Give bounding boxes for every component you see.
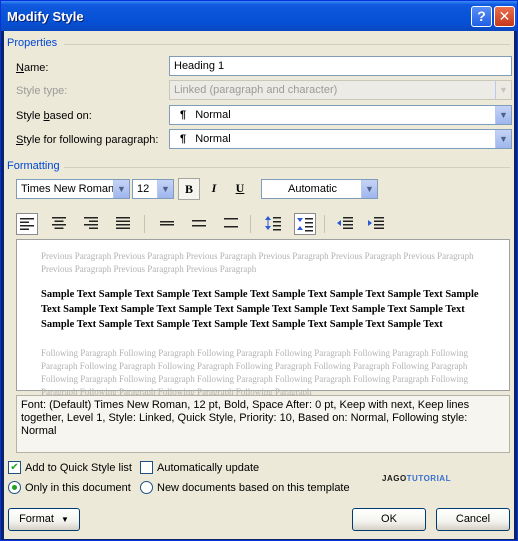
- justify-icon: [116, 217, 130, 229]
- align-right-button[interactable]: [80, 213, 102, 235]
- toolbar-separator: [250, 215, 251, 233]
- auto-update-label: Automatically update: [157, 462, 260, 474]
- following-paragraph-label: Style for following paragraph:: [16, 134, 159, 146]
- dialog-body: Properties Name: Heading 1 Style type: L…: [4, 31, 514, 539]
- paragraph-mark-icon: ¶: [180, 133, 187, 145]
- properties-divider: [64, 44, 510, 45]
- justify-button[interactable]: [112, 213, 134, 235]
- add-quick-style-label: Add to Quick Style list: [25, 462, 132, 474]
- add-quick-style-checkbox[interactable]: ✔: [8, 461, 21, 474]
- chevron-down-icon: ▼: [495, 81, 511, 99]
- underline-button[interactable]: U: [229, 178, 251, 200]
- font-size-select[interactable]: 12 ▼: [132, 179, 174, 199]
- double-spacing-button[interactable]: [220, 213, 242, 235]
- style-preview: Previous Paragraph Previous Paragraph Pr…: [16, 239, 510, 397]
- align-right-icon: [84, 217, 98, 229]
- following-paragraph-value: Normal: [195, 133, 231, 145]
- font-size-value: 12: [137, 183, 150, 195]
- font-color-value: Automatic: [288, 183, 337, 195]
- previous-paragraph-text: Previous Paragraph Previous Paragraph Pr…: [41, 251, 474, 274]
- dialog-title: Modify Style: [7, 9, 84, 24]
- only-this-document-radio[interactable]: [8, 481, 21, 494]
- style-type-select: Linked (paragraph and character) ▼: [169, 80, 512, 100]
- font-name-value: Times New Roman: [21, 183, 115, 195]
- increase-indent-icon: [368, 217, 384, 229]
- decrease-indent-button[interactable]: [334, 213, 356, 235]
- properties-group-label: Properties: [7, 37, 58, 49]
- formatting-group-label: Formatting: [7, 160, 60, 172]
- based-on-label: Style based on:: [16, 110, 92, 122]
- chevron-down-icon[interactable]: ▼: [361, 180, 377, 198]
- format-button[interactable]: Format ▼: [8, 508, 80, 531]
- toolbar-separator: [324, 215, 325, 233]
- single-spacing-icon: [160, 221, 174, 226]
- font-name-select[interactable]: Times New Roman ▼: [16, 179, 130, 199]
- format-button-label: Format: [19, 513, 54, 525]
- style-type-label: Style type:: [16, 85, 68, 97]
- align-center-button[interactable]: [48, 213, 70, 235]
- single-spacing-button[interactable]: [156, 213, 178, 235]
- watermark-part1: JAGO: [382, 474, 407, 483]
- paragraph-spacing-icon: [265, 216, 281, 231]
- increase-paragraph-spacing-button[interactable]: [262, 213, 284, 235]
- new-documents-label: New documents based on this template: [157, 482, 350, 494]
- name-label: Name:: [16, 62, 49, 74]
- only-this-document-label: Only in this document: [25, 482, 131, 494]
- name-input[interactable]: Heading 1: [169, 56, 512, 76]
- decrease-paragraph-spacing-button[interactable]: [294, 213, 316, 235]
- align-left-icon: [20, 218, 34, 230]
- cancel-button[interactable]: Cancel: [436, 508, 510, 531]
- close-button[interactable]: ✕: [494, 6, 515, 27]
- formatting-divider: [64, 167, 510, 168]
- chevron-down-icon[interactable]: ▼: [495, 106, 511, 124]
- sample-text: Sample Text Sample Text Sample Text Samp…: [41, 289, 479, 330]
- new-documents-radio[interactable]: [140, 481, 153, 494]
- italic-button[interactable]: I: [203, 178, 225, 200]
- chevron-down-icon[interactable]: ▼: [113, 180, 129, 198]
- toolbar-separator: [144, 215, 145, 233]
- chevron-down-icon[interactable]: ▼: [495, 130, 511, 148]
- help-button[interactable]: ?: [471, 6, 492, 27]
- following-paragraph-text: Following Paragraph Following Paragraph …: [41, 348, 468, 397]
- ok-button[interactable]: OK: [352, 508, 426, 531]
- one-half-spacing-button[interactable]: [188, 213, 210, 235]
- decrease-indent-icon: [337, 217, 353, 229]
- watermark-logo: JAGOTUTORIAL: [382, 474, 451, 483]
- modify-style-dialog: Modify Style ? ✕ Properties Name: Headin…: [0, 0, 518, 541]
- align-center-icon: [52, 217, 66, 229]
- radio-selected-dot: [12, 485, 17, 490]
- bold-button[interactable]: B: [178, 178, 200, 200]
- paragraph-spacing-icon: [297, 218, 313, 232]
- double-spacing-icon: [224, 218, 238, 228]
- auto-update-checkbox[interactable]: [140, 461, 153, 474]
- increase-indent-button[interactable]: [365, 213, 387, 235]
- chevron-down-icon[interactable]: ▼: [157, 180, 173, 198]
- based-on-value: Normal: [195, 109, 231, 121]
- watermark-part2: TUTORIAL: [406, 474, 451, 483]
- one-half-spacing-icon: [192, 220, 206, 227]
- dropdown-arrow-icon: ▼: [60, 515, 69, 524]
- style-description: Font: (Default) Times New Roman, 12 pt, …: [16, 395, 510, 453]
- based-on-select[interactable]: ¶ Normal ▼: [169, 105, 512, 125]
- font-color-select[interactable]: Automatic ▼: [261, 179, 378, 199]
- title-bar[interactable]: Modify Style ? ✕: [1, 1, 517, 31]
- paragraph-mark-icon: ¶: [180, 109, 187, 121]
- style-type-value: Linked (paragraph and character): [174, 84, 338, 96]
- following-paragraph-select[interactable]: ¶ Normal ▼: [169, 129, 512, 149]
- align-left-button[interactable]: [16, 213, 38, 235]
